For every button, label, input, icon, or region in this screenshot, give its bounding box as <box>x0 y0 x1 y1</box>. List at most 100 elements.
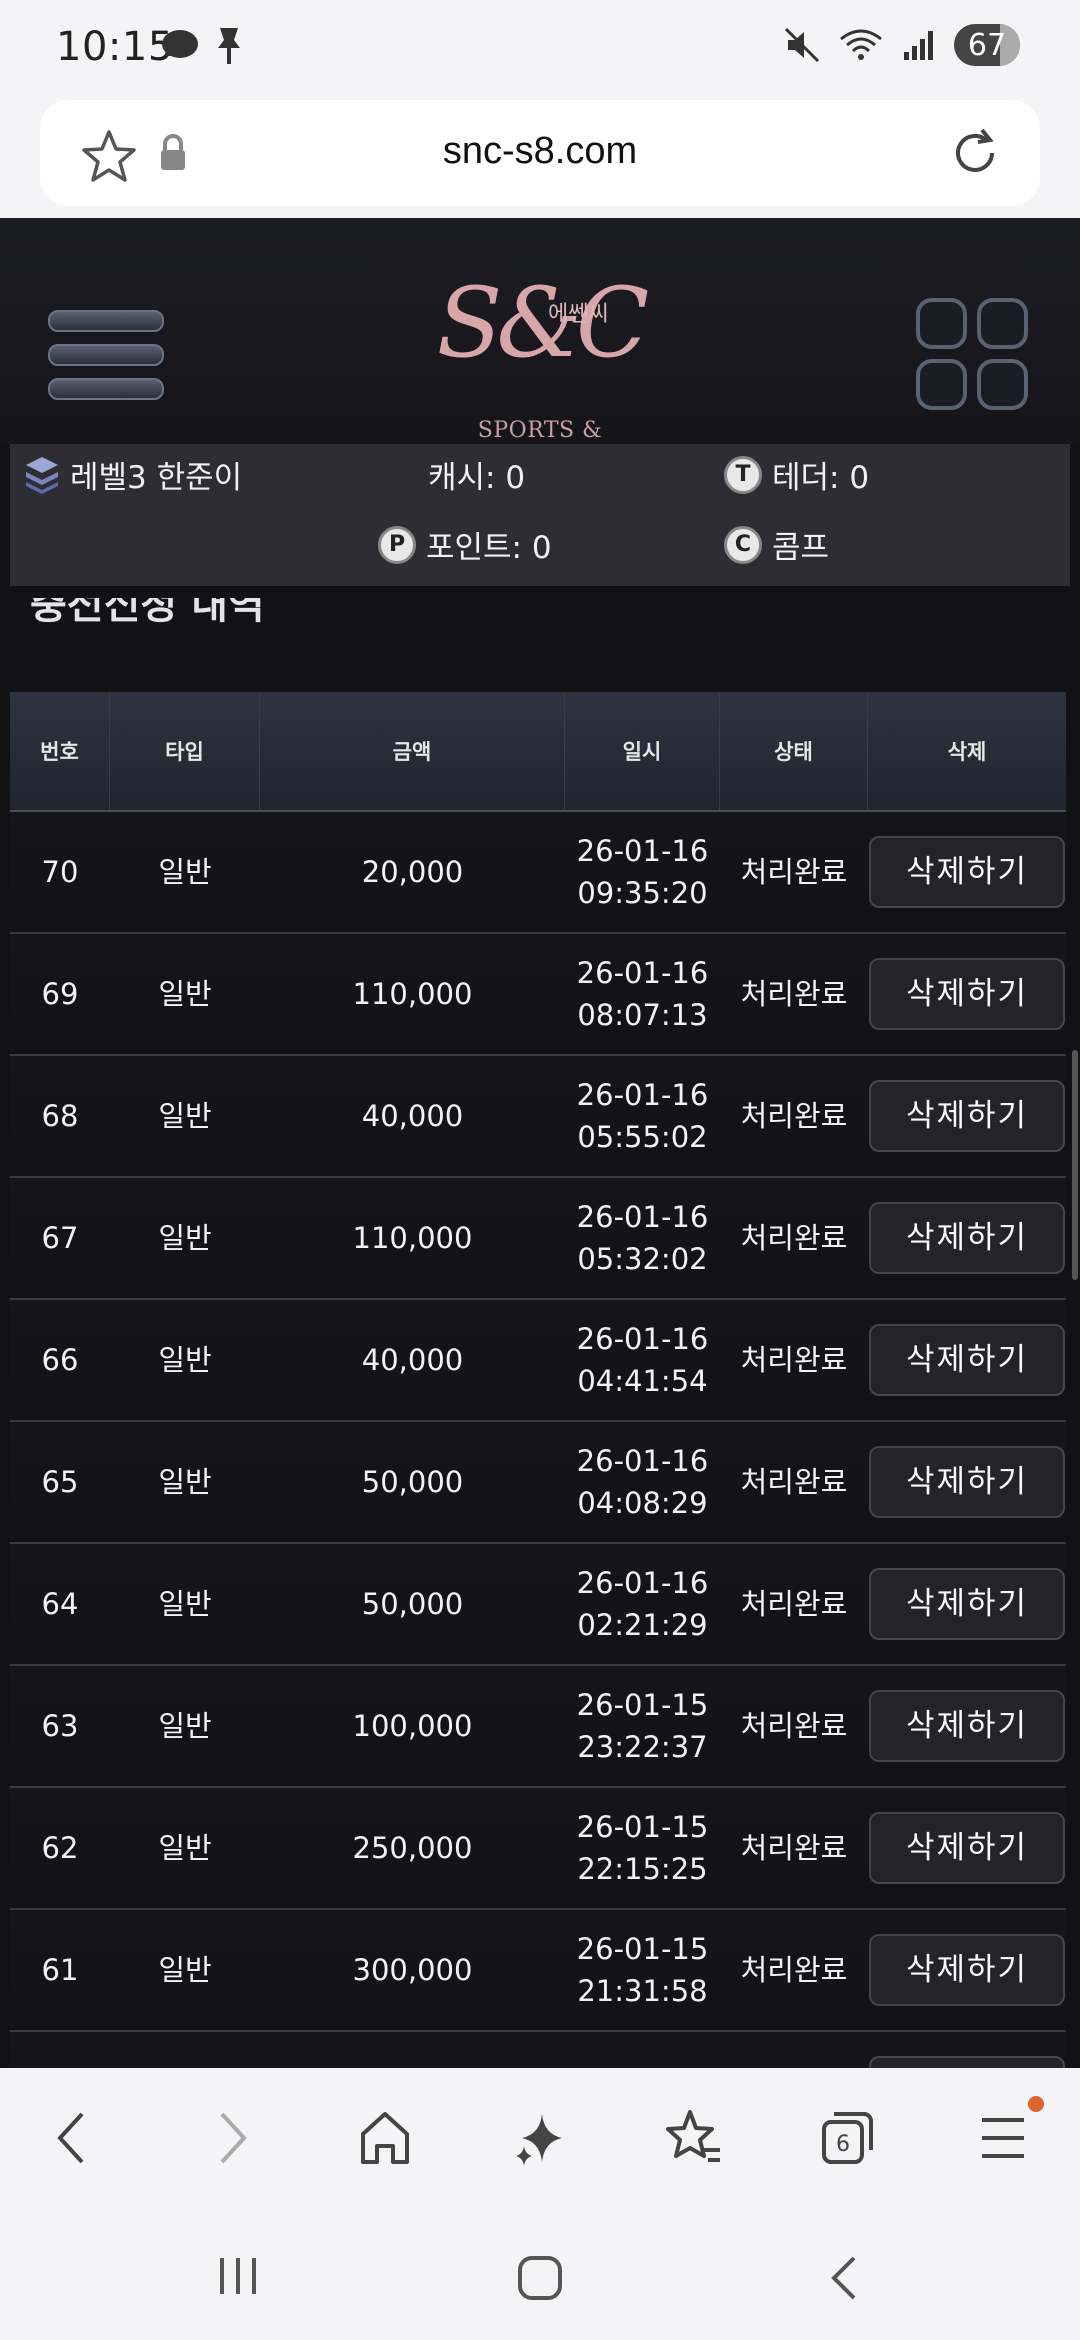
cell-datetime: 26-01-15 23:22:37 <box>565 1666 720 1786</box>
cell-number: 61 <box>41 1953 79 1987</box>
table-row: 62 일반 250,000 26-01-15 22:15:25 처리완료 삭제하기 <box>10 1788 1066 1910</box>
user-level-text: 레벨3 한준이 <box>70 460 243 496</box>
cell-datetime: 26-01-16 09:35:20 <box>565 812 720 932</box>
wifi-icon <box>840 29 882 60</box>
cell-delete <box>868 2032 1066 2068</box>
delete-button[interactable]: 삭제하기 <box>869 958 1065 1030</box>
home-icon[interactable] <box>358 2108 412 2168</box>
cell-type: 일반 <box>158 1099 212 1133</box>
cell-datetime: 26-01-16 08:07:13 <box>565 934 720 1054</box>
delete-button[interactable]: 삭제하기 <box>869 1324 1065 1396</box>
points-balance: P 포인트: 0 <box>378 522 552 567</box>
cell-status: 처리완료 <box>740 977 848 1011</box>
svg-text:6: 6 <box>836 2132 850 2157</box>
cell-status: 처리완료 <box>740 1221 848 1255</box>
bookmarks-icon[interactable] <box>664 2108 724 2168</box>
recent-apps-icon[interactable] <box>216 2254 260 2298</box>
cell-datetime: 26-01-16 05:32:02 <box>565 1178 720 1298</box>
cell-delete: 삭제하기 <box>868 1300 1066 1420</box>
cell-datetime: 26-01-16 05:55:02 <box>565 1056 720 1176</box>
cell-number: 67 <box>41 1221 79 1255</box>
cell-time: 05:55:02 <box>577 1120 708 1154</box>
table-row: 66 일반 40,000 26-01-16 04:41:54 처리완료 삭제하기 <box>10 1300 1066 1422</box>
table-row: 26-01-15 <box>10 2032 1066 2068</box>
delete-button[interactable]: 삭제하기 <box>869 1202 1065 1274</box>
menu-button[interactable] <box>48 310 164 412</box>
url-text[interactable]: snc-s8.com <box>40 130 1040 173</box>
user-info-panel: 레벨3 한준이 캐시: 0 T 테더: 0 P 포인트: 0 C 콤프 <box>10 444 1070 586</box>
cell-date: 26-01-16 <box>576 1078 709 1112</box>
status-time: 10:15 <box>56 24 174 70</box>
cell-delete: 삭제하기 <box>868 1056 1066 1176</box>
table-row: 70 일반 20,000 26-01-16 09:35:20 처리완료 삭제하기 <box>10 812 1066 934</box>
cell-datetime: 26-01-15 22:15:25 <box>565 1788 720 1908</box>
cell-date: 26-01-16 <box>576 834 709 868</box>
delete-button[interactable]: 삭제하기 <box>869 1934 1065 2006</box>
reload-icon[interactable] <box>948 126 1002 180</box>
menu-icon[interactable] <box>978 2108 1028 2168</box>
cell-time: 23:22:37 <box>577 1730 708 1764</box>
cell-amount: 40,000 <box>361 1343 464 1377</box>
cell-number: 65 <box>41 1465 79 1499</box>
cell-date: 26-01-16 <box>576 956 709 990</box>
cell-delete: 삭제하기 <box>868 1788 1066 1908</box>
comp-link[interactable]: C 콤프 <box>724 522 829 567</box>
tether-icon: T <box>724 455 762 494</box>
comp-icon: C <box>724 525 762 564</box>
cell-datetime: 26-01-15 <box>565 2032 720 2068</box>
cell-datetime: 26-01-16 04:08:29 <box>565 1422 720 1542</box>
cell-delete: 삭제하기 <box>868 1544 1066 1664</box>
table-row: 61 일반 300,000 26-01-15 21:31:58 처리완료 삭제하기 <box>10 1910 1066 2032</box>
table-row: 64 일반 50,000 26-01-16 02:21:29 처리완료 삭제하기 <box>10 1544 1066 1666</box>
battery-indicator: 67 <box>954 24 1020 66</box>
chat-icon <box>162 30 198 58</box>
cell-datetime: 26-01-16 02:21:29 <box>565 1544 720 1664</box>
site-logo[interactable]: S&C 에쎈씨 SPORTS & CASINO <box>430 238 650 468</box>
signal-icon <box>904 31 933 60</box>
sparkle-icon[interactable] <box>512 2108 568 2168</box>
delete-button[interactable]: 삭제하기 <box>869 1568 1065 1640</box>
delete-button[interactable]: 삭제하기 <box>869 1812 1065 1884</box>
delete-button[interactable]: 삭제하기 <box>869 836 1065 908</box>
user-level[interactable]: 레벨3 한준이 <box>24 452 242 497</box>
cell-time: 21:31:58 <box>577 1974 708 2008</box>
notification-dot <box>1028 2096 1044 2112</box>
browser-toolbar: 6 <box>0 2068 1080 2210</box>
delete-button[interactable]: 삭제하기 <box>869 1080 1065 1152</box>
cell-number: 70 <box>41 855 79 889</box>
forward-icon[interactable] <box>212 2108 252 2168</box>
cell-amount <box>260 2032 565 2068</box>
cell-type: 일반 <box>158 1587 212 1621</box>
cell-status: 처리완료 <box>740 1709 848 1743</box>
delete-button[interactable]: 삭제하기 <box>869 1690 1065 1762</box>
back-icon[interactable] <box>52 2108 92 2168</box>
cell-datetime: 26-01-15 21:31:58 <box>565 1910 720 2030</box>
table-row: 63 일반 100,000 26-01-15 23:22:37 처리완료 삭제하기 <box>10 1666 1066 1788</box>
delete-button[interactable]: 삭제하기 <box>869 1446 1065 1518</box>
page-scrollbar[interactable] <box>1072 1050 1078 1280</box>
cell-date: 26-01-15 <box>576 1810 709 1844</box>
cell-number: 69 <box>41 977 79 1011</box>
cell-datetime: 26-01-16 04:41:54 <box>565 1300 720 1420</box>
tabs-icon[interactable]: 6 <box>818 2108 876 2168</box>
cell-delete: 삭제하기 <box>868 934 1066 1054</box>
home-nav-icon[interactable] <box>516 2254 564 2302</box>
cell-amount: 100,000 <box>352 1709 473 1743</box>
site-viewport: S&C 에쎈씨 SPORTS & CASINO 레벨3 한준이 캐시: 0 T … <box>0 218 1080 2068</box>
cell-amount: 50,000 <box>361 1587 464 1621</box>
cell-type: 일반 <box>158 1465 212 1499</box>
cell-time: 04:41:54 <box>577 1364 708 1398</box>
back-nav-icon[interactable] <box>826 2254 862 2302</box>
table-row: 65 일반 50,000 26-01-16 04:08:29 처리완료 삭제하기 <box>10 1422 1066 1544</box>
cell-type: 일반 <box>158 1953 212 1987</box>
status-bar: 10:15 67 <box>0 0 1080 96</box>
tether-balance: T 테더: 0 <box>724 452 869 497</box>
table-row: 67 일반 110,000 26-01-16 05:32:02 처리완료 삭제하기 <box>10 1178 1066 1300</box>
cell-amount: 40,000 <box>361 1099 464 1133</box>
cell-status <box>720 2032 868 2068</box>
grid-menu-button[interactable] <box>916 298 1028 410</box>
cell-amount: 300,000 <box>352 1953 473 1987</box>
cell-number: 68 <box>41 1099 79 1133</box>
address-bar[interactable]: snc-s8.com <box>40 100 1040 206</box>
delete-button[interactable] <box>869 2056 1065 2068</box>
